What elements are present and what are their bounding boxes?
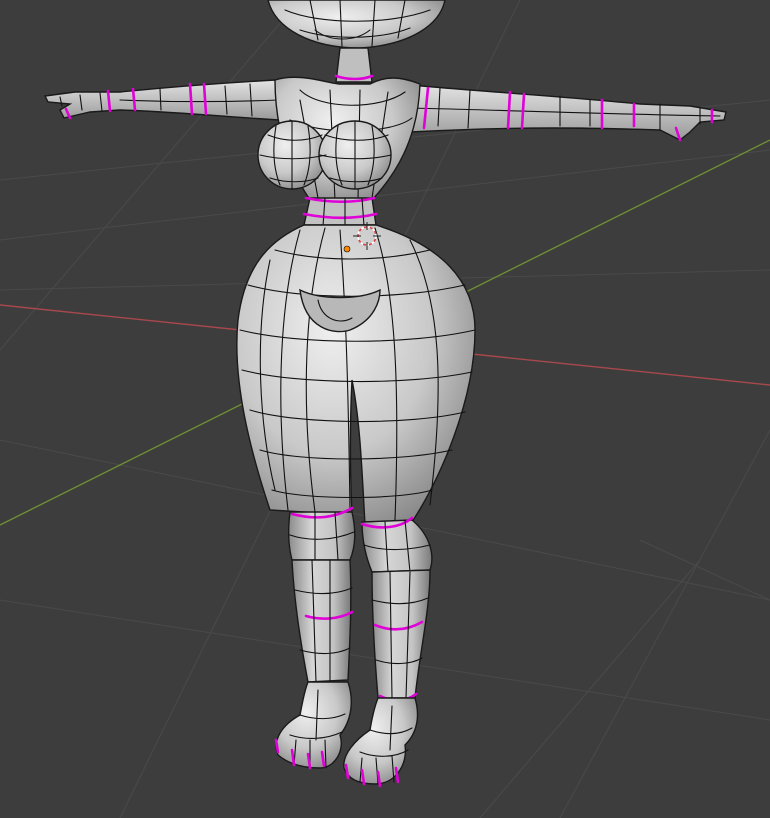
left-shin[interactable]	[291, 559, 352, 683]
3d-viewport[interactable]	[0, 0, 770, 818]
left-foot[interactable]	[274, 681, 352, 770]
character-mesh[interactable]	[43, 0, 727, 788]
left-arm[interactable]	[43, 79, 281, 121]
object-origin-icon[interactable]	[343, 245, 351, 253]
right-arm[interactable]	[399, 83, 727, 142]
head[interactable]	[267, 0, 446, 49]
right-shin[interactable]	[371, 569, 431, 699]
right-foot[interactable]	[343, 697, 419, 788]
hips[interactable]	[236, 224, 476, 526]
left-knee[interactable]	[287, 511, 356, 561]
